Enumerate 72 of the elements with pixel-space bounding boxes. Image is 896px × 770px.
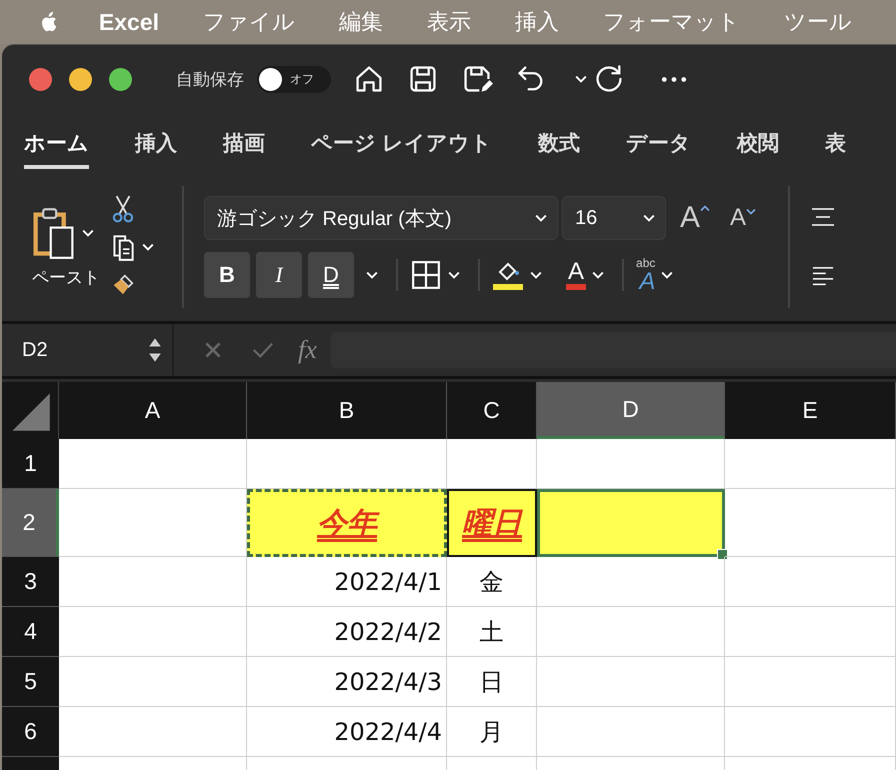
column-header[interactable]: C [447, 382, 537, 439]
more-icon[interactable] [661, 76, 687, 82]
function-button[interactable]: fx [298, 335, 317, 365]
menu-item[interactable]: 表示 [427, 7, 471, 37]
table-cell: 2022/4/3 [247, 657, 447, 707]
ribbon-tab[interactable]: データ [626, 129, 691, 169]
paste-button[interactable]: ペースト [32, 206, 100, 288]
ribbon-tab[interactable]: ホーム [24, 129, 89, 169]
grow-font-button[interactable]: A [670, 201, 720, 235]
ribbon-tab[interactable]: 校閲 [736, 129, 779, 169]
caret-icon [535, 214, 547, 222]
column-header[interactable]: D [537, 382, 725, 439]
caret-icon[interactable] [448, 271, 460, 279]
ribbon-tab[interactable]: 挿入 [135, 129, 177, 169]
caret-icon[interactable] [575, 75, 587, 83]
text-effects-button[interactable]: abc A [636, 256, 656, 294]
column-header[interactable]: A [59, 382, 247, 439]
format-button[interactable]: D [308, 252, 354, 298]
table-cell: 土 [447, 607, 537, 657]
row-header[interactable]: 5 [2, 657, 59, 707]
minimize-button[interactable] [69, 68, 92, 90]
format-button[interactable]: B [204, 252, 250, 298]
table-cell: 今年 [247, 489, 447, 557]
font-size-dropdown[interactable]: 16 [562, 196, 666, 240]
caret-icon[interactable] [530, 271, 542, 279]
ribbon-tab[interactable]: 表 [824, 129, 846, 169]
ribbon-tab[interactable]: 数式 [538, 129, 580, 169]
caret-up-icon [700, 205, 710, 212]
caret-icon[interactable] [142, 243, 154, 251]
zoom-button[interactable] [109, 68, 132, 90]
table-cell: 日 [447, 657, 537, 707]
column-header[interactable]: B [247, 382, 447, 439]
caret-icon[interactable] [661, 271, 674, 279]
app-menu[interactable]: Excel [98, 8, 159, 36]
column-header[interactable]: E [725, 382, 896, 439]
caret-icon[interactable] [366, 271, 378, 279]
table-cell: 曜日 [447, 489, 537, 557]
name-box[interactable]: D2 [2, 324, 174, 376]
menu-item[interactable]: 編集 [339, 7, 383, 37]
scissors-icon[interactable] [110, 194, 136, 224]
fill-color-icon[interactable] [492, 260, 524, 290]
shrink-font-button[interactable]: A [720, 204, 766, 232]
row-header[interactable]: 6 [2, 707, 59, 757]
ribbon-tab[interactable]: ページ レイアウト [311, 129, 492, 169]
caret-down-icon [746, 208, 756, 215]
format-button[interactable]: I [256, 252, 302, 298]
table-cell: 2022/4/2 [247, 607, 447, 657]
borders-icon[interactable] [410, 260, 442, 290]
autosave-label: 自動保存 [176, 68, 244, 90]
table-cell: 2022/4/4 [247, 707, 447, 757]
caret-icon [643, 214, 655, 222]
menu-item[interactable]: ツール [784, 7, 852, 37]
row-header[interactable]: 1 [2, 439, 59, 489]
clipboard-icon [32, 206, 76, 260]
table-cell: 月 [447, 707, 537, 757]
row-header[interactable]: 4 [2, 607, 59, 657]
caret-icon[interactable] [592, 271, 604, 279]
menu-item[interactable]: フォーマット [603, 7, 740, 37]
row-header[interactable]: 3 [2, 557, 59, 607]
row-header[interactable]: 2 [2, 489, 59, 557]
menu-item[interactable]: ファイル [203, 7, 295, 37]
table-cell: 2022/4/1 [247, 557, 447, 607]
align-top-icon[interactable] [810, 206, 836, 228]
font-name-dropdown[interactable]: 游ゴシック Regular (本文) [204, 196, 558, 240]
autosave-toggle[interactable]: オフ [257, 66, 331, 92]
caret-icon[interactable] [82, 228, 94, 236]
ribbon-tab[interactable]: 描画 [223, 129, 265, 169]
font-color-button[interactable]: A [566, 260, 586, 290]
select-all-button[interactable] [2, 382, 59, 439]
menu-item[interactable]: 挿入 [515, 7, 559, 37]
table-cell: 金 [447, 557, 537, 607]
close-button[interactable] [29, 68, 52, 90]
